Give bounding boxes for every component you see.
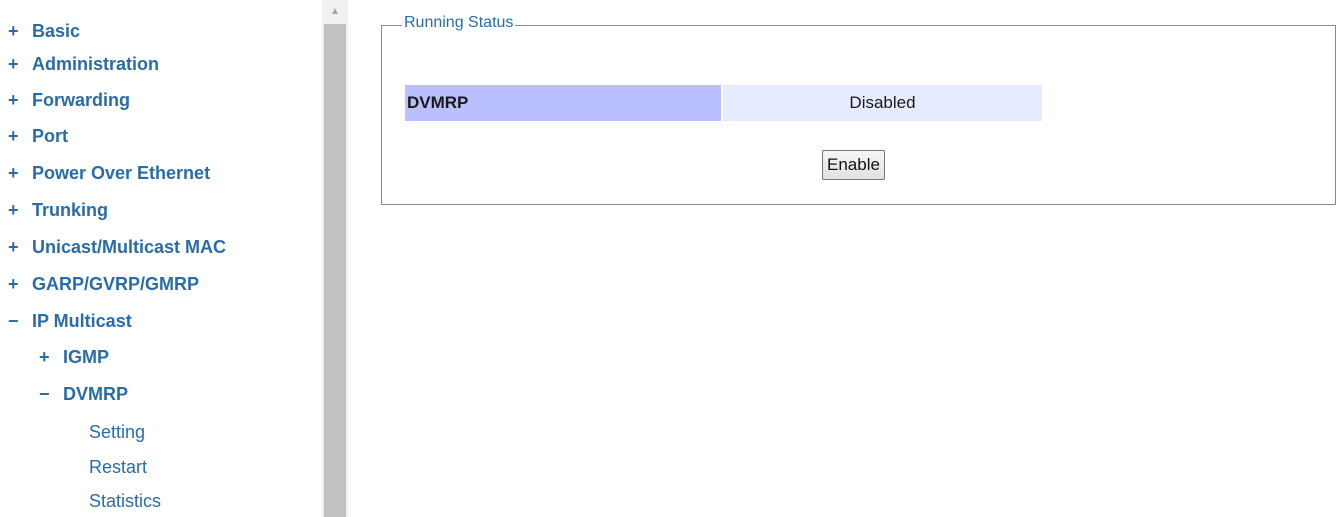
scroll-up-arrow-icon[interactable]: ▲ [322, 0, 348, 22]
sidebar-item-unicast-multicast-mac[interactable]: + Unicast/Multicast MAC [8, 235, 226, 259]
expand-icon: + [8, 53, 19, 74]
sidebar-item-label: IP Multicast [32, 310, 132, 331]
expand-icon: + [39, 346, 50, 367]
sidebar-item-statistics[interactable]: Statistics [89, 489, 161, 513]
expand-icon: + [8, 20, 19, 41]
expand-icon: + [8, 89, 19, 110]
status-value: Disabled [723, 85, 1042, 121]
sidebar-item-label: Administration [32, 53, 160, 74]
enable-button[interactable]: Enable [822, 150, 885, 180]
expand-icon: + [8, 162, 19, 183]
sidebar-item-forwarding[interactable]: + Forwarding [8, 88, 130, 112]
scrollbar-thumb[interactable] [324, 24, 346, 517]
sidebar-item-port[interactable]: + Port [8, 124, 68, 148]
expand-icon: + [8, 199, 19, 220]
running-status-panel: Running Status DVMRP Disabled Enable [381, 14, 1336, 205]
sidebar-item-label: Power Over Ethernet [32, 162, 211, 183]
sidebar-item-power-over-ethernet[interactable]: + Power Over Ethernet [8, 161, 210, 185]
sidebar-item-label: Basic [32, 20, 81, 41]
status-label: DVMRP [405, 85, 721, 121]
sidebar-item-label: Port [32, 125, 68, 146]
sidebar-item-trunking[interactable]: + Trunking [8, 198, 108, 222]
expand-icon: + [8, 273, 19, 294]
sidebar-item-label: Forwarding [32, 89, 130, 110]
sidebar-item-label: Unicast/Multicast MAC [32, 236, 227, 257]
sidebar-scrollbar[interactable]: ▲ [322, 0, 348, 517]
sidebar-item-administration[interactable]: + Administration [8, 52, 159, 76]
sidebar-item-restart[interactable]: Restart [89, 455, 147, 479]
sidebar-item-ip-multicast[interactable]: − IP Multicast [8, 309, 132, 333]
collapse-icon: − [8, 310, 19, 331]
expand-icon: + [8, 125, 19, 146]
sidebar-item-setting[interactable]: Setting [89, 420, 145, 444]
expand-icon: + [8, 236, 19, 257]
sidebar-item-label: IGMP [63, 346, 110, 367]
sidebar-item-garp-gvrp-gmrp[interactable]: + GARP/GVRP/GMRP [8, 272, 199, 296]
sidebar-item-label: DVMRP [63, 383, 129, 404]
sidebar-item-label: Trunking [32, 199, 108, 220]
sidebar-item-igmp[interactable]: + IGMP [39, 345, 109, 369]
sidebar-item-basic[interactable]: + Basic [8, 19, 80, 43]
panel-legend: Running Status [402, 14, 516, 32]
sidebar-item-dvmrp[interactable]: − DVMRP [39, 382, 128, 406]
page: + Basic + Administration + Forwarding + … [0, 0, 1341, 517]
collapse-icon: − [39, 383, 50, 404]
sidebar-item-label: GARP/GVRP/GMRP [32, 273, 200, 294]
sidebar-menu: + Basic + Administration + Forwarding + … [0, 0, 320, 517]
